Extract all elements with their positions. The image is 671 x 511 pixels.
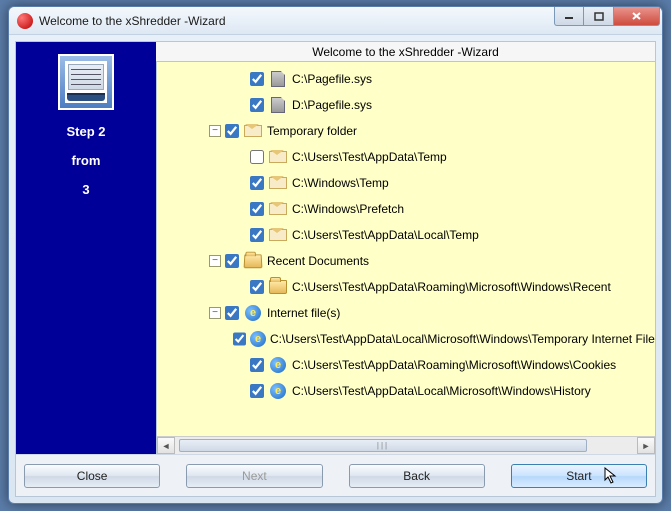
tree-item-label: C:\Users\Test\AppData\Local\Microsoft\Wi… <box>292 384 591 398</box>
step-total: 3 <box>82 182 89 197</box>
tree-item-label: C:\Users\Test\AppData\Roaming\Microsoft\… <box>292 358 616 372</box>
tree-item-label: C:\Users\Test\AppData\Local\Microsoft\Wi… <box>270 332 655 346</box>
start-button[interactable]: Start <box>511 464 647 488</box>
next-button[interactable]: Next <box>186 464 322 488</box>
tree-item-label: C:\Pagefile.sys <box>292 72 372 86</box>
tree-item[interactable]: − Internet file(s) <box>161 300 655 326</box>
tree-item[interactable]: C:\Users\Test\AppData\Local\Temp <box>161 222 655 248</box>
tree-checkbox[interactable] <box>225 306 239 320</box>
tree-view[interactable]: C:\Pagefile.sys D:\Pagefile.sys − Temporary… <box>157 62 655 436</box>
maximize-button[interactable] <box>584 7 614 26</box>
scroll-right-button[interactable]: ► <box>637 437 655 454</box>
tree-item[interactable]: C:\Users\Test\AppData\Temp <box>161 144 655 170</box>
titlebar[interactable]: Welcome to the xShredder -Wizard <box>9 7 662 35</box>
horizontal-scrollbar[interactable]: ◄ ||| ► <box>157 436 655 454</box>
folder-open-icon <box>243 252 263 270</box>
tree-checkbox[interactable] <box>250 72 264 86</box>
tree-item[interactable]: C:\Users\Test\AppData\Local\Microsoft\Wi… <box>161 378 655 404</box>
scroll-thumb[interactable]: ||| <box>179 439 587 452</box>
tree-item[interactable]: − Recent Documents <box>161 248 655 274</box>
tree-checkbox[interactable] <box>250 202 264 216</box>
internet-explorer-icon <box>250 330 266 348</box>
shredder-icon <box>68 64 104 90</box>
tree-checkbox[interactable] <box>250 358 264 372</box>
tree-item[interactable]: C:\Pagefile.sys <box>161 66 655 92</box>
tree-checkbox[interactable] <box>225 254 239 268</box>
tree-item-label: C:\Users\Test\AppData\Local\Temp <box>292 228 479 242</box>
panel-title: Welcome to the xShredder -Wizard <box>156 42 655 62</box>
tree-checkbox[interactable] <box>250 176 264 190</box>
sidebar: Step 2 from 3 <box>16 42 156 454</box>
expander-icon[interactable]: − <box>209 125 221 137</box>
back-button[interactable]: Back <box>349 464 485 488</box>
folder-icon <box>268 278 288 296</box>
scroll-track[interactable]: ||| <box>175 437 637 454</box>
close-button[interactable]: Close <box>24 464 160 488</box>
wizard-step-icon <box>58 54 114 110</box>
internet-explorer-icon <box>268 382 288 400</box>
pagefile-icon <box>268 70 288 88</box>
tree-item-label: C:\Users\Test\AppData\Temp <box>292 150 447 164</box>
tree-item[interactable]: − Temporary folder <box>161 118 655 144</box>
close-icon <box>631 11 642 21</box>
minimize-button[interactable] <box>554 7 584 26</box>
tree-item[interactable]: C:\Users\Test\AppData\Roaming\Microsoft\… <box>161 274 655 300</box>
internet-explorer-icon <box>268 356 288 374</box>
tree-item[interactable]: C:\Windows\Prefetch <box>161 196 655 222</box>
tree-checkbox[interactable] <box>250 150 264 164</box>
tree-item[interactable]: D:\Pagefile.sys <box>161 92 655 118</box>
tree-item-label: Internet file(s) <box>267 306 340 320</box>
expander-icon[interactable]: − <box>209 307 221 319</box>
client-area: Step 2 from 3 Welcome to the xShredder -… <box>15 41 656 497</box>
body: Step 2 from 3 Welcome to the xShredder -… <box>16 42 655 454</box>
tree-item-label: D:\Pagefile.sys <box>292 98 372 112</box>
tree-item[interactable]: C:\Windows\Temp <box>161 170 655 196</box>
scroll-left-button[interactable]: ◄ <box>157 437 175 454</box>
pagefile-icon <box>268 96 288 114</box>
tree-checkbox[interactable] <box>250 280 264 294</box>
tree-item-label: C:\Users\Test\AppData\Roaming\Microsoft\… <box>292 280 611 294</box>
envelope-icon <box>243 122 263 140</box>
step-label: Step 2 <box>66 124 105 139</box>
tree-checkbox[interactable] <box>250 98 264 112</box>
close-window-button[interactable] <box>614 7 660 26</box>
envelope-icon <box>268 174 288 192</box>
minimize-icon <box>564 12 574 20</box>
window-title: Welcome to the xShredder -Wizard <box>39 14 226 28</box>
tree-item-label: C:\Windows\Temp <box>292 176 389 190</box>
app-icon <box>17 13 33 29</box>
tree-item[interactable]: C:\Users\Test\AppData\Local\Microsoft\Wi… <box>161 326 655 352</box>
tree-item-label: C:\Windows\Prefetch <box>292 202 404 216</box>
envelope-icon <box>268 226 288 244</box>
internet-explorer-icon <box>243 304 263 322</box>
button-bar: Close Next Back Start <box>16 454 655 496</box>
wizard-window: Welcome to the xShredder -Wizard <box>8 6 663 504</box>
tree-item-label: Temporary folder <box>267 124 357 138</box>
envelope-icon <box>268 148 288 166</box>
tree-checkbox[interactable] <box>250 228 264 242</box>
tree-container: C:\Pagefile.sys D:\Pagefile.sys − Temporary… <box>156 62 655 454</box>
tree-checkbox[interactable] <box>225 124 239 138</box>
envelope-icon <box>268 200 288 218</box>
tree-item-label: Recent Documents <box>267 254 369 268</box>
maximize-icon <box>594 12 604 21</box>
window-controls <box>554 7 660 26</box>
main-panel: Welcome to the xShredder -Wizard C:\Page… <box>156 42 655 454</box>
from-label: from <box>72 153 101 168</box>
tree-checkbox[interactable] <box>233 332 246 346</box>
tree-checkbox[interactable] <box>250 384 264 398</box>
tree-item[interactable]: C:\Users\Test\AppData\Roaming\Microsoft\… <box>161 352 655 378</box>
expander-icon[interactable]: − <box>209 255 221 267</box>
